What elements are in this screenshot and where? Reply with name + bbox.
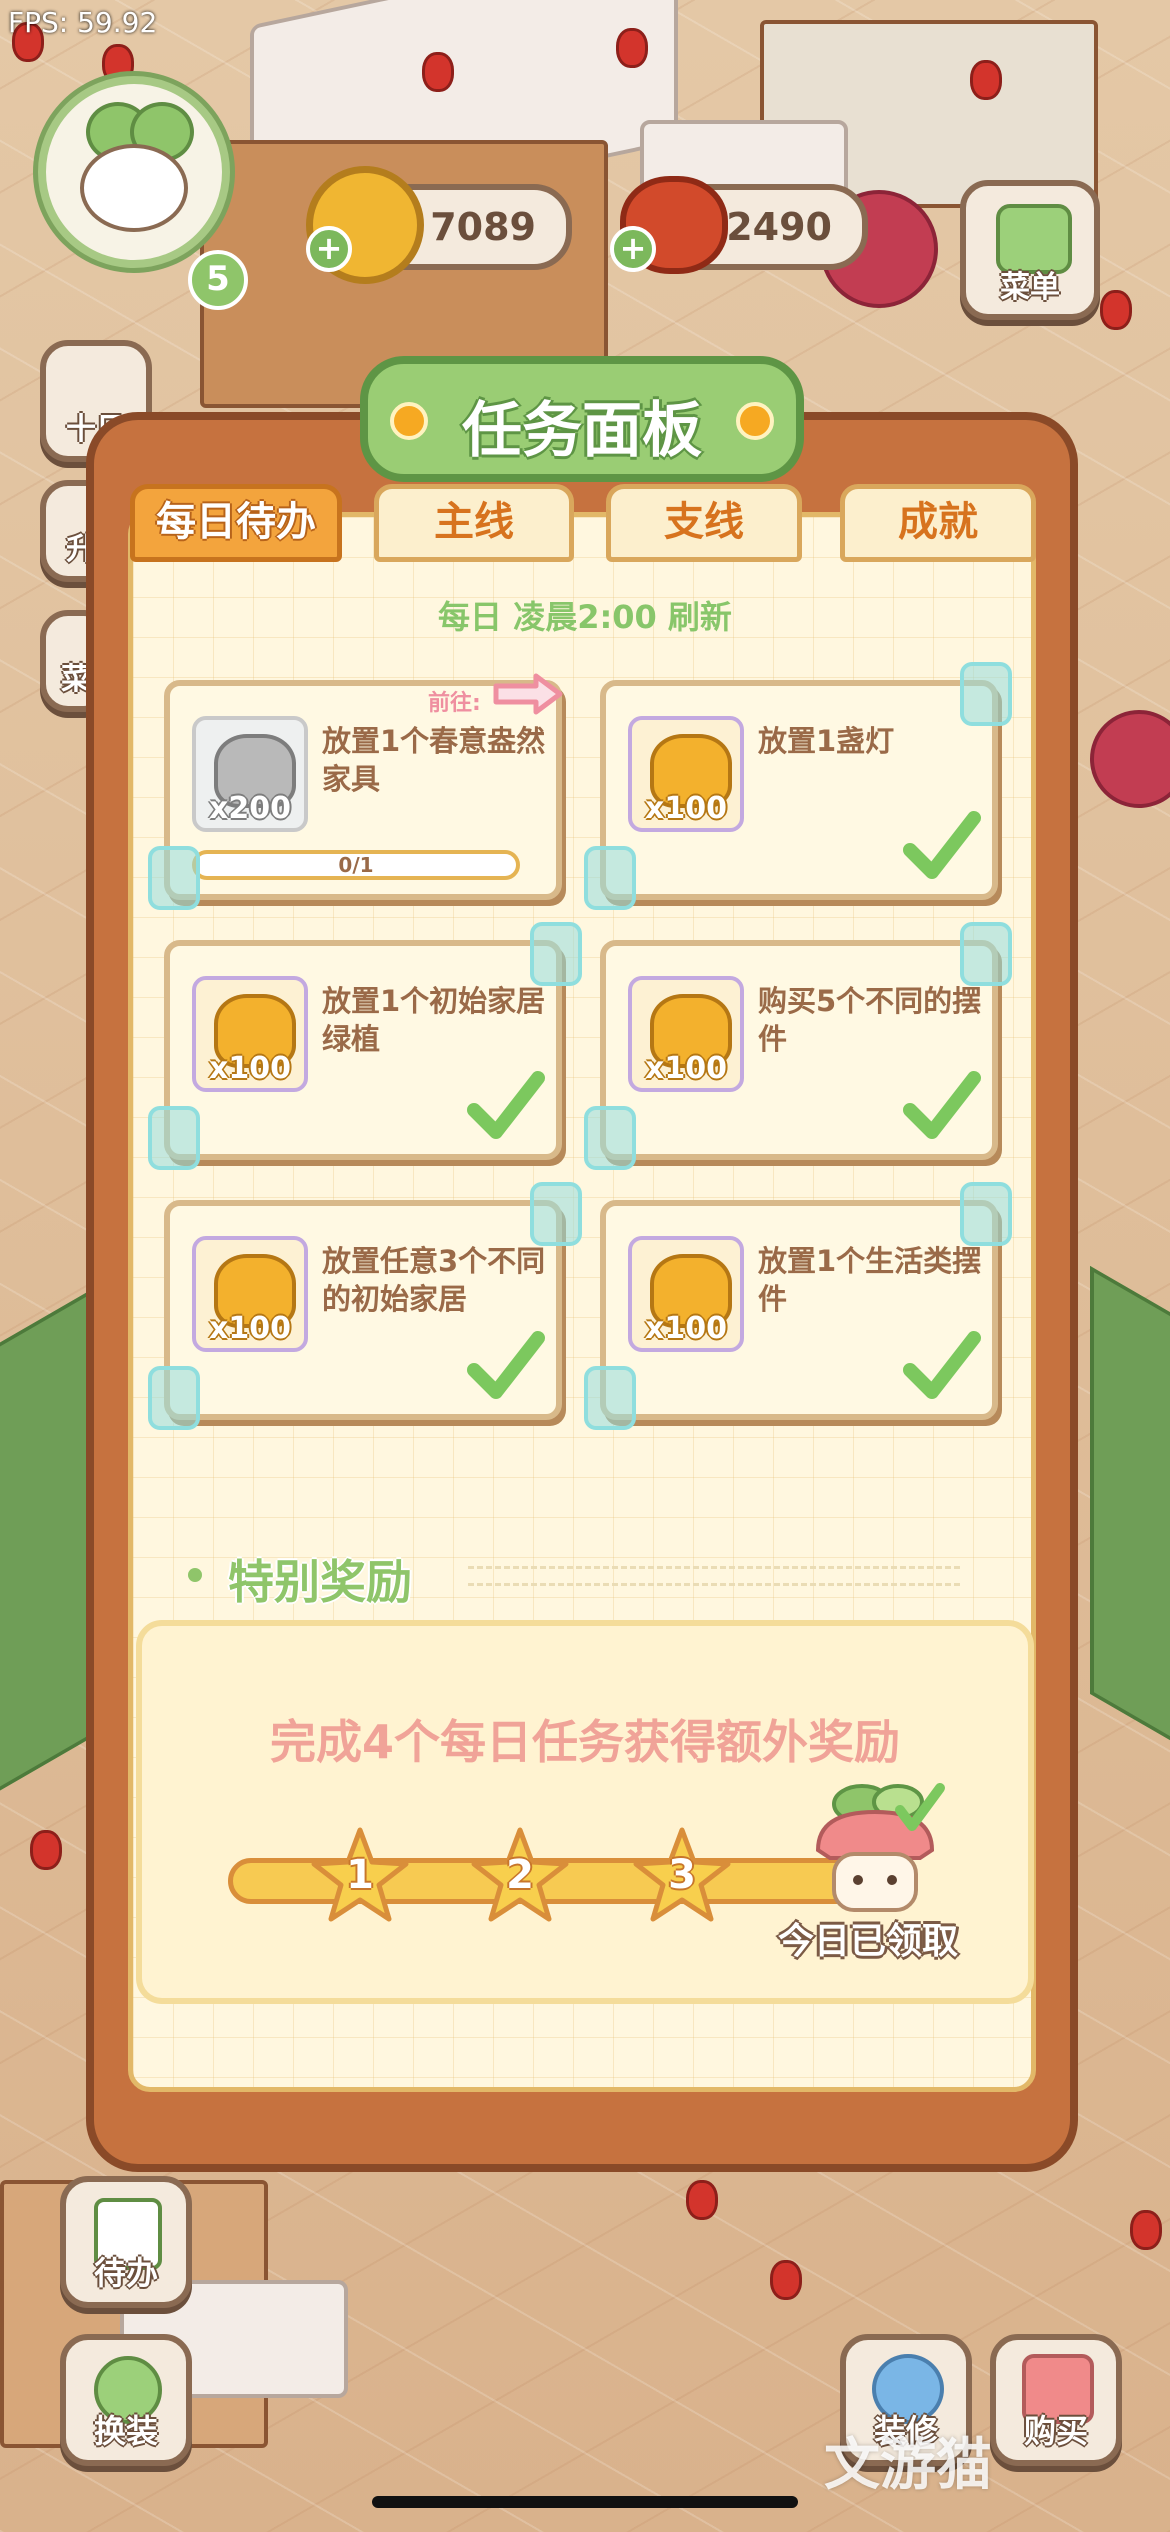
task-card[interactable]: x100 放置1个生活类摆件 bbox=[600, 1200, 998, 1420]
menu-label: 菜单 bbox=[1000, 270, 1060, 305]
buy-button[interactable]: 购买 bbox=[990, 2334, 1122, 2466]
milestone-3: 3 bbox=[632, 1826, 732, 1926]
completed-check-icon bbox=[903, 1071, 981, 1139]
tape-clip bbox=[960, 662, 1012, 726]
lantern bbox=[422, 52, 454, 92]
reward-quantity: x200 bbox=[209, 791, 291, 826]
completed-check-icon bbox=[467, 1331, 545, 1399]
tape-clip bbox=[584, 1366, 636, 1430]
dashed-divider bbox=[468, 1566, 960, 1586]
grass-patch bbox=[1090, 1265, 1170, 1763]
go-label: 前往: bbox=[428, 691, 481, 716]
completed-check-icon bbox=[903, 1331, 981, 1399]
lantern bbox=[770, 2260, 802, 2300]
bullet-dot bbox=[188, 1568, 202, 1582]
mascot-face-icon bbox=[80, 144, 188, 232]
milestone-label: 1 bbox=[346, 1852, 374, 1898]
reward-quantity: x100 bbox=[209, 1051, 291, 1086]
player-avatar[interactable] bbox=[38, 76, 230, 268]
completed-check-icon bbox=[903, 811, 981, 879]
task-description: 购买5个不同的摆件 bbox=[758, 984, 982, 1056]
task-description: 放置1个春意盎然家具 bbox=[322, 724, 546, 796]
task-card[interactable]: x100 放置1个初始家居绿植 bbox=[164, 940, 562, 1160]
special-reward-description: 完成4个每日任务获得额外奖励 bbox=[269, 1715, 900, 1769]
go-arrow-button[interactable] bbox=[492, 672, 564, 716]
fps-counter: FPS: 59.92 bbox=[8, 6, 158, 39]
food-count: 2490 bbox=[726, 205, 832, 249]
add-coins-button[interactable]: + bbox=[306, 226, 352, 272]
red-tree bbox=[1090, 710, 1170, 808]
home-indicator[interactable] bbox=[372, 2496, 798, 2508]
tape-clip bbox=[960, 922, 1012, 986]
reward-mascot-icon[interactable] bbox=[800, 1780, 950, 1920]
task-card[interactable]: x100 购买5个不同的摆件 bbox=[600, 940, 998, 1160]
watermark: 文游猫 bbox=[824, 2433, 992, 2498]
tape-clip bbox=[148, 846, 200, 910]
reward-item: x100 bbox=[628, 976, 744, 1092]
player-level-badge: 5 bbox=[188, 250, 248, 310]
reward-item: x100 bbox=[628, 716, 744, 832]
reward-item: x100 bbox=[192, 976, 308, 1092]
add-food-button[interactable]: + bbox=[610, 226, 656, 272]
task-progress-bar: 0/1 bbox=[192, 850, 520, 880]
tape-clip bbox=[530, 1182, 582, 1246]
tab-daily[interactable]: 每日待办 bbox=[130, 484, 342, 562]
panel-title-plate: 任务面板 bbox=[360, 356, 804, 482]
reward-item: x200 bbox=[192, 716, 308, 832]
task-description: 放置1个初始家居绿植 bbox=[322, 984, 546, 1056]
todo-button[interactable]: 待办 bbox=[60, 2176, 192, 2308]
refresh-note: 每日 凌晨2:00 刷新 bbox=[438, 598, 732, 636]
tab-main[interactable]: 主线 bbox=[374, 484, 574, 562]
completed-check-icon bbox=[467, 1071, 545, 1139]
tape-clip bbox=[584, 846, 636, 910]
coin-count: 7089 bbox=[430, 205, 536, 249]
task-description: 放置任意3个不同的初始家居 bbox=[322, 1244, 546, 1316]
reward-quantity: x100 bbox=[645, 1051, 727, 1086]
task-description: 放置1盏灯 bbox=[758, 724, 895, 758]
milestone-label: 3 bbox=[668, 1852, 696, 1898]
task-card[interactable]: x100 放置任意3个不同的初始家居 bbox=[164, 1200, 562, 1420]
special-reward-title: 特别奖励 bbox=[228, 1555, 412, 1609]
tape-clip bbox=[530, 922, 582, 986]
milestone-2: 2 bbox=[470, 1826, 570, 1926]
outfit-label: 换装 bbox=[93, 2412, 158, 2450]
panel-title: 任务面板 bbox=[462, 396, 702, 466]
lantern bbox=[1130, 2210, 1162, 2250]
lantern bbox=[616, 28, 648, 68]
claimed-today-label: 今日已领取 bbox=[778, 1921, 959, 1962]
reward-item: x100 bbox=[192, 1236, 308, 1352]
lantern bbox=[686, 2180, 718, 2220]
reward-item: x100 bbox=[628, 1236, 744, 1352]
tab-side[interactable]: 支线 bbox=[606, 484, 802, 562]
reward-quantity: x100 bbox=[645, 1311, 727, 1346]
task-card[interactable]: x100 放置1盏灯 bbox=[600, 680, 998, 900]
buy-label: 购买 bbox=[1023, 2412, 1088, 2450]
tab-achievements[interactable]: 成就 bbox=[840, 484, 1036, 562]
tape-clip bbox=[960, 1182, 1012, 1246]
task-description: 放置1个生活类摆件 bbox=[758, 1244, 982, 1316]
lantern bbox=[1100, 290, 1132, 330]
milestone-label: 2 bbox=[506, 1852, 534, 1898]
menu-button[interactable]: 菜单 bbox=[960, 180, 1100, 320]
milestone-1: 1 bbox=[310, 1826, 410, 1926]
reward-quantity: x100 bbox=[209, 1311, 291, 1346]
todo-label: 待办 bbox=[93, 2254, 158, 2292]
tape-clip bbox=[148, 1366, 200, 1430]
reward-quantity: x100 bbox=[645, 791, 727, 826]
lantern bbox=[30, 1830, 62, 1870]
tape-clip bbox=[148, 1106, 200, 1170]
outfit-button[interactable]: 换装 bbox=[60, 2334, 192, 2466]
lantern bbox=[970, 60, 1002, 100]
tape-clip bbox=[584, 1106, 636, 1170]
